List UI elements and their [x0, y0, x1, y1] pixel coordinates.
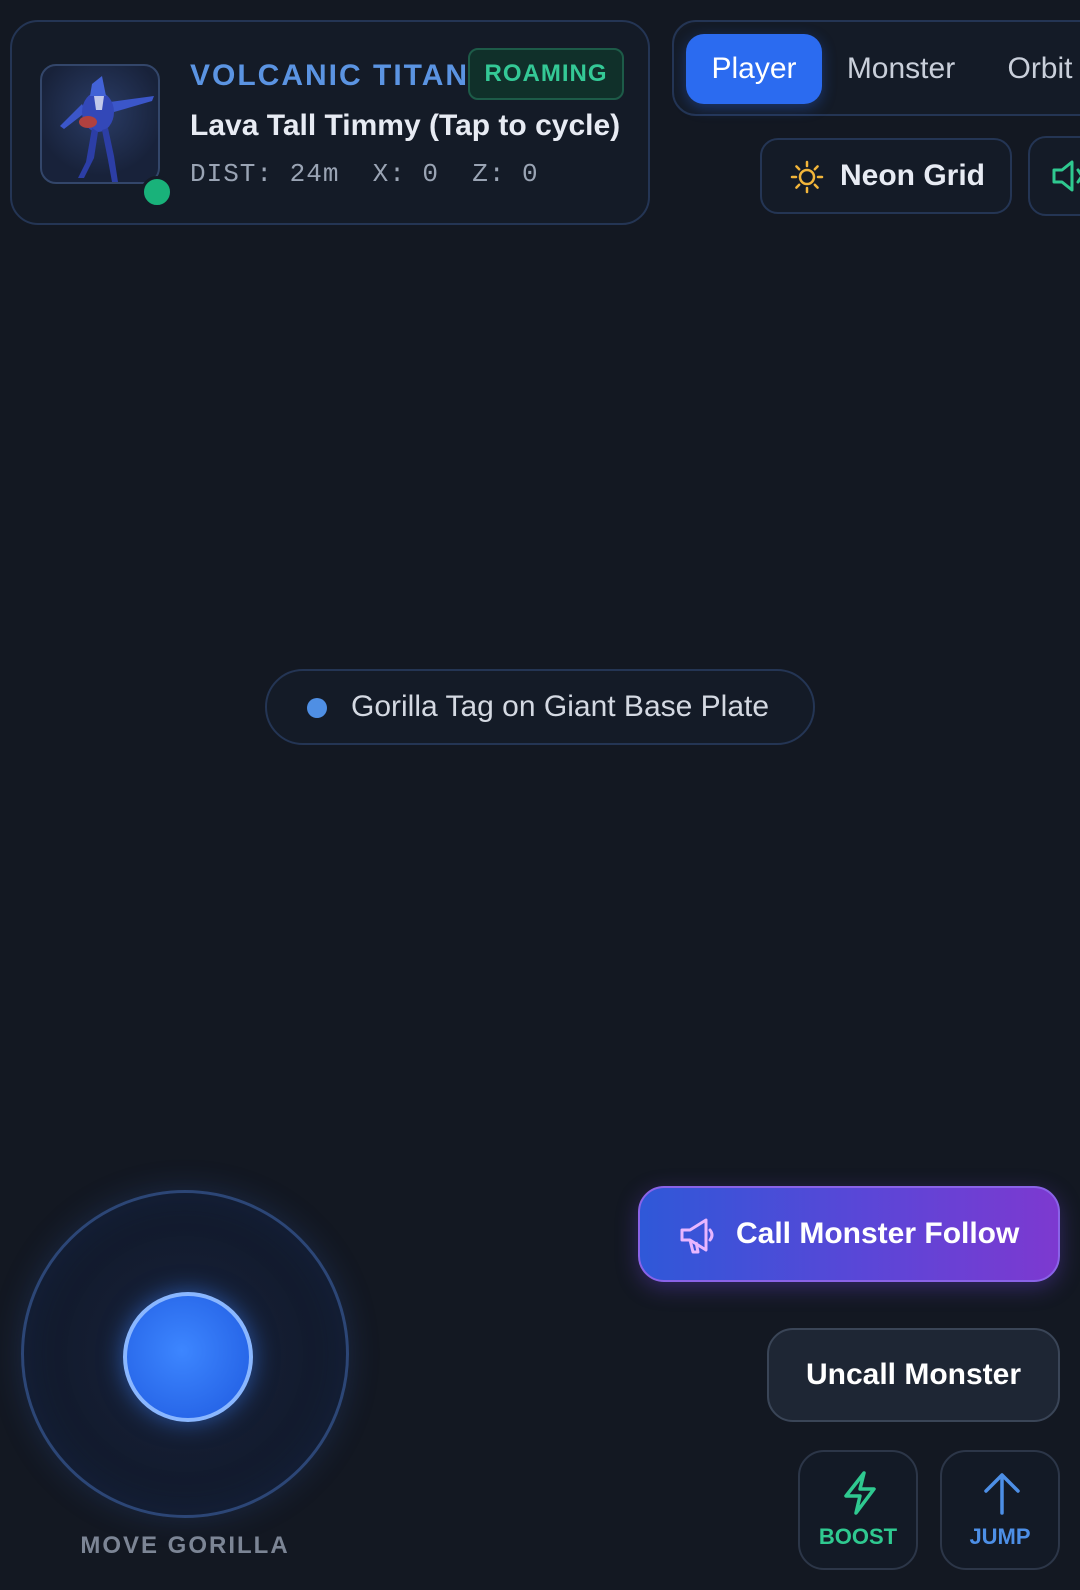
tab-orbit[interactable]: Orbit: [980, 34, 1080, 104]
monster-info-card[interactable]: VOLCANIC TITAN ROAMING Lava Tall Timmy (…: [10, 20, 650, 225]
lightning-icon: [844, 1471, 876, 1515]
speaker-icon: [1052, 160, 1080, 192]
map-label: Gorilla Tag on Giant Base Plate: [351, 690, 770, 723]
game-screen: VOLCANIC TITAN ROAMING Lava Tall Timmy (…: [0, 0, 1080, 1590]
camera-mode-tabs: Player Monster Orbit: [672, 20, 1080, 116]
jump-button[interactable]: JUMP: [940, 1450, 1060, 1570]
monster-figure-icon: [60, 76, 154, 182]
online-status-dot: [141, 176, 173, 208]
joystick-label: MOVE GORILLA: [80, 1532, 290, 1559]
boost-button[interactable]: BOOST: [798, 1450, 918, 1570]
tab-monster[interactable]: Monster: [826, 34, 976, 104]
move-joystick[interactable]: [21, 1190, 349, 1518]
sun-icon: [790, 160, 824, 194]
theme-label: Neon Grid: [840, 159, 986, 192]
arrow-up-icon: [984, 1473, 1020, 1515]
call-monster-label: Call Monster Follow: [736, 1217, 1020, 1250]
call-monster-follow-button[interactable]: Call Monster Follow: [638, 1186, 1060, 1282]
map-indicator-dot: [307, 698, 327, 718]
jump-label: JUMP: [969, 1524, 1031, 1549]
uncall-monster-button[interactable]: Uncall Monster: [767, 1328, 1060, 1422]
sound-toggle-button[interactable]: [1028, 136, 1080, 216]
monster-avatar: [40, 64, 160, 184]
megaphone-icon: [680, 1218, 714, 1254]
tab-player[interactable]: Player: [686, 34, 822, 104]
theme-button[interactable]: Neon Grid: [760, 138, 1012, 214]
monster-coords: DIST: 24m X: 0 Z: 0: [190, 159, 539, 189]
map-indicator: Gorilla Tag on Giant Base Plate: [265, 669, 815, 745]
boost-label: BOOST: [818, 1524, 898, 1549]
status-badge: ROAMING: [468, 48, 624, 100]
monster-title: VOLCANIC TITAN: [190, 59, 470, 92]
joystick-knob[interactable]: [123, 1292, 253, 1422]
monster-name-cycle[interactable]: Lava Tall Timmy (Tap to cycle): [190, 109, 620, 143]
